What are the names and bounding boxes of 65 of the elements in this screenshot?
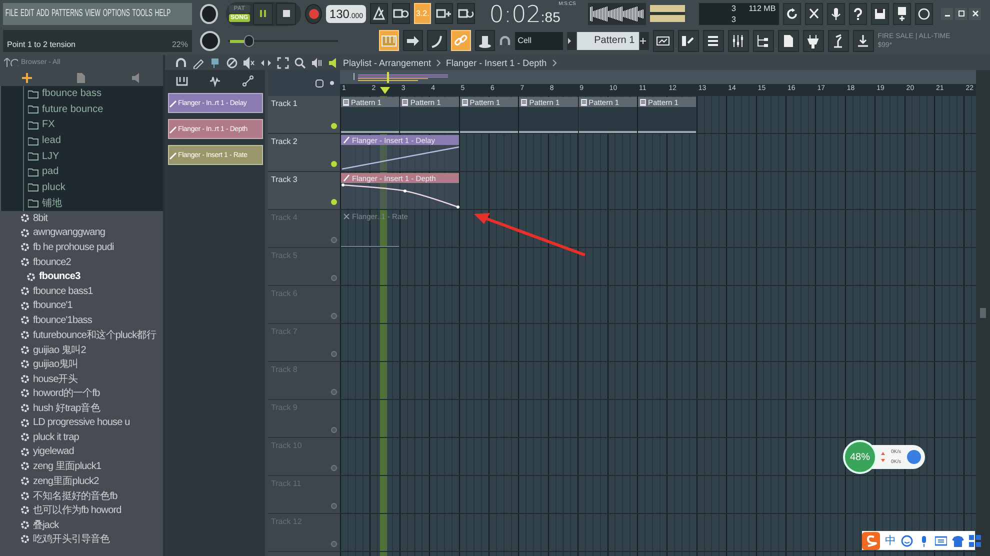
cpu-value: 3 <box>730 4 737 12</box>
folder-name: LJY <box>42 150 60 162</box>
folder-name: 铺地 <box>42 196 62 210</box>
hint-value: 22% <box>172 40 188 48</box>
menu-item[interactable]: HELP <box>154 8 171 19</box>
pattern-selector[interactable]: Pattern 1 <box>576 32 639 50</box>
preset-item[interactable]: 不知名挺好的音色fb <box>33 488 118 503</box>
ime-mode[interactable]: 中 <box>885 533 896 548</box>
folder-item[interactable]: LJY <box>23 148 163 164</box>
preset-item[interactable]: howord的一个fb <box>33 386 100 400</box>
snap-field[interactable]: Cell <box>514 32 563 50</box>
preset-item[interactable]: fbounce'1 <box>33 300 72 312</box>
preset-item[interactable]: awngwanggwang <box>33 227 106 238</box>
time-display: 0:02 <box>489 2 541 26</box>
menu-item[interactable]: EDIT <box>20 8 34 19</box>
hint-text: Point 1 to 2 tension <box>7 40 76 48</box>
folder-name: fbounce bass <box>42 88 102 100</box>
preset-item[interactable]: 吃鸡开头引导音色 <box>33 532 110 546</box>
preset-item[interactable]: zeng里面pluck2 <box>33 474 99 488</box>
preset-item[interactable]: guijiao 鬼叫2 <box>33 342 86 357</box>
menu-item[interactable]: ADD <box>36 8 50 19</box>
track-name: Track 2 <box>271 137 298 146</box>
preset-item[interactable]: fbounce'1bass <box>33 314 92 326</box>
track-name: Track 3 <box>271 175 298 184</box>
preset-item[interactable]: 8bit <box>33 212 48 224</box>
menu-item[interactable]: TOOLS <box>132 8 153 19</box>
track-header[interactable]: Track 1 <box>268 96 340 134</box>
folder-name: FX <box>42 119 55 130</box>
folder-name: lead <box>42 135 61 146</box>
preset-item[interactable]: LD progressive house u <box>33 417 130 428</box>
preset-item[interactable]: fbounce3 <box>39 271 80 282</box>
folder-name: pluck <box>42 182 66 193</box>
preset-item[interactable]: futurebounce和这个pluck都行 <box>33 328 156 342</box>
playlist-title: Playlist - Arrangement <box>343 58 432 68</box>
menu-item[interactable]: FILE <box>5 8 18 19</box>
folder-item[interactable]: FX <box>23 117 163 133</box>
menu-item[interactable]: VIEW <box>85 8 100 19</box>
clip-name: Flanger - Insert 1 - Depth <box>446 58 547 68</box>
preset-item[interactable]: 也可以作为fb howord <box>33 503 122 518</box>
folder-item[interactable]: pad <box>23 164 163 180</box>
preset-item[interactable]: fbounce bass1 <box>33 286 93 297</box>
folder-item[interactable]: 铺地 <box>23 195 163 211</box>
preset-item[interactable]: zeng 里面pluck1 <box>33 459 102 474</box>
folder-item[interactable]: lead <box>23 132 163 148</box>
preset-item[interactable]: house开头 <box>33 372 78 386</box>
preset-item[interactable]: yigelewad <box>33 446 74 458</box>
folder-name: future bounce <box>42 104 104 115</box>
polyphony-value: 3 <box>730 14 737 24</box>
track-name: Track 1 <box>271 99 298 108</box>
folder-item[interactable]: future bounce <box>23 102 163 118</box>
track-header[interactable]: Track 2 <box>268 134 340 172</box>
folder-name: pad <box>42 166 59 178</box>
preset-item[interactable]: hush 好trap音色 <box>33 401 100 416</box>
time-centiseconds: :85 <box>540 8 560 26</box>
preset-item[interactable]: 叠jack <box>33 518 59 532</box>
track-header[interactable]: Track 3 <box>268 172 340 210</box>
folder-item[interactable]: fbounce bass <box>23 86 163 102</box>
folder-item[interactable]: pluck <box>23 180 163 196</box>
preset-item[interactable]: fb he prohouse pudi <box>33 242 114 253</box>
preset-item[interactable]: guijiao鬼叫 <box>33 357 78 372</box>
preset-item[interactable]: pluck it trap <box>33 432 79 443</box>
menu-item[interactable]: PATTERNS <box>52 8 83 19</box>
menu-item[interactable]: OPTIONS <box>102 8 130 19</box>
memory-value: 112 MB <box>748 4 777 12</box>
preset-item[interactable]: fbounce2 <box>33 256 71 268</box>
